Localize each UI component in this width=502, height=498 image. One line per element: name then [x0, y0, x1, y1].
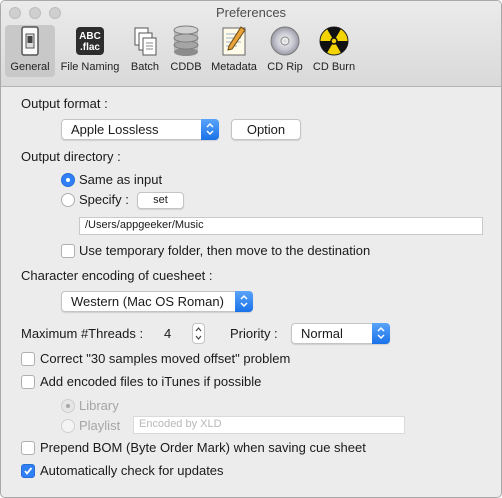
switch-icon	[13, 25, 47, 57]
correct-offset-label: Correct "30 samples moved offset" proble…	[40, 351, 291, 366]
svg-text:ABC: ABC	[79, 31, 101, 42]
output-path-field[interactable]: /Users/appgeeker/Music	[79, 217, 483, 235]
general-pane: Output format : Apple Lossless Option Ou…	[1, 87, 501, 497]
max-threads-label: Maximum #Threads :	[21, 326, 144, 341]
priority-popup[interactable]: Normal	[291, 323, 390, 344]
threads-stepper[interactable]	[192, 323, 205, 344]
priority-label: Priority :	[230, 326, 278, 341]
cuesheet-encoding-label: Character encoding of cuesheet :	[21, 268, 213, 283]
radiation-icon	[317, 25, 351, 57]
playlist-name-field[interactable]: Encoded by XLD	[133, 416, 405, 434]
database-icon	[169, 25, 203, 57]
auto-update-label: Automatically check for updates	[40, 463, 224, 478]
tab-metadata[interactable]: Metadata	[207, 25, 261, 77]
playlist-name-placeholder: Encoded by XLD	[139, 418, 222, 430]
max-threads-value: 4	[164, 326, 172, 341]
playlist-radio[interactable]	[61, 419, 75, 433]
popup-arrows-icon	[235, 291, 253, 312]
set-button[interactable]: set	[137, 192, 184, 209]
tab-general[interactable]: General	[5, 25, 55, 77]
popup-arrows-icon	[201, 119, 219, 140]
cd-icon	[268, 25, 302, 57]
popup-arrows-icon	[372, 323, 390, 344]
stepper-arrows-icon	[195, 327, 202, 340]
temp-folder-checkbox[interactable]	[61, 244, 75, 258]
priority-value: Normal	[301, 326, 343, 341]
auto-update-checkbox[interactable]	[21, 464, 35, 478]
same-as-input-radio[interactable]	[61, 173, 75, 187]
window-title: Preferences	[215, 5, 287, 20]
preferences-window: Preferences General ABC .flac File Namin…	[0, 0, 502, 498]
documents-icon	[128, 25, 162, 57]
specify-radio[interactable]	[61, 193, 75, 207]
tab-file-naming[interactable]: ABC .flac File Naming	[57, 25, 123, 77]
temp-folder-label: Use temporary folder, then move to the d…	[79, 243, 371, 258]
playlist-label: Playlist	[79, 418, 121, 433]
toolbar: Preferences General ABC .flac File Namin…	[1, 1, 501, 87]
checkmark-icon	[24, 467, 33, 475]
svg-text:.flac: .flac	[80, 42, 100, 53]
prepend-bom-label: Prepend BOM (Byte Order Mark) when savin…	[40, 440, 366, 455]
specify-label: Specify :	[79, 192, 129, 207]
tab-batch-label: Batch	[130, 61, 160, 73]
cuesheet-encoding-value: Western (Mac OS Roman)	[71, 294, 224, 309]
tab-general-label: General	[10, 61, 50, 73]
add-itunes-checkbox[interactable]	[21, 375, 35, 389]
library-radio[interactable]	[61, 399, 75, 413]
tab-metadata-label: Metadata	[211, 61, 257, 73]
edit-pencil-icon	[217, 25, 251, 57]
abc-flac-icon: ABC .flac	[73, 25, 107, 57]
output-format-popup[interactable]: Apple Lossless	[61, 119, 219, 140]
tab-cd-burn-label: CD Burn	[312, 61, 356, 73]
output-path-value: /Users/appgeeker/Music	[85, 219, 204, 231]
same-as-input-label: Same as input	[79, 172, 163, 187]
tab-file-naming-label: File Naming	[60, 61, 120, 73]
tab-cd-burn[interactable]: CD Burn	[309, 25, 359, 77]
cuesheet-encoding-popup[interactable]: Western (Mac OS Roman)	[61, 291, 253, 312]
output-directory-label: Output directory :	[21, 149, 121, 164]
output-format-value: Apple Lossless	[71, 122, 159, 137]
correct-offset-checkbox[interactable]	[21, 352, 35, 366]
library-label: Library	[79, 398, 119, 413]
tab-cddb-label: CDDB	[170, 61, 202, 73]
tab-cd-rip-label: CD Rip	[267, 61, 303, 73]
output-format-label: Output format :	[21, 96, 108, 111]
tab-cddb[interactable]: CDDB	[167, 25, 205, 77]
add-itunes-label: Add encoded files to iTunes if possible	[40, 374, 262, 389]
tab-cd-rip[interactable]: CD Rip	[263, 25, 307, 77]
prepend-bom-checkbox[interactable]	[21, 441, 35, 455]
tab-batch[interactable]: Batch	[125, 25, 165, 77]
option-button[interactable]: Option	[231, 119, 301, 140]
